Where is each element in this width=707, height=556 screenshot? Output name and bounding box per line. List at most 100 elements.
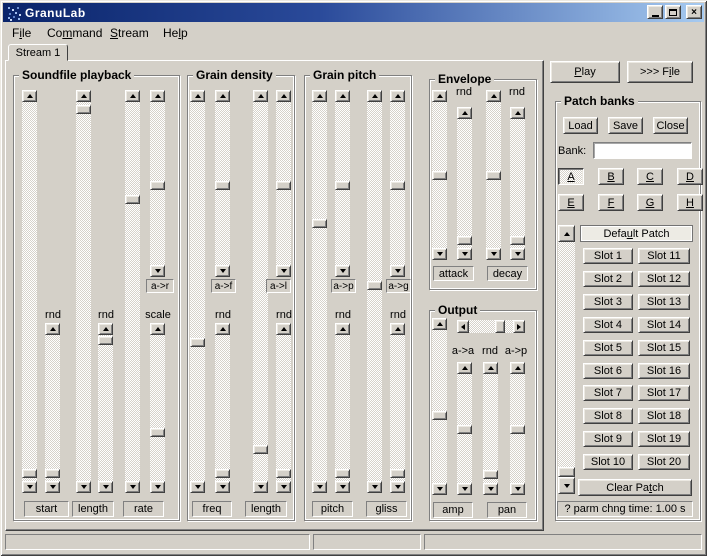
- scroll-thumb[interactable]: [457, 425, 472, 434]
- scroll-down-button[interactable]: [367, 481, 382, 493]
- scroll-down-button[interactable]: [558, 477, 575, 494]
- scroll-thumb[interactable]: [432, 171, 447, 180]
- scroll-up-button[interactable]: [335, 90, 350, 102]
- tab-stream-1[interactable]: Stream 1: [8, 44, 68, 61]
- scroll-down-button[interactable]: [150, 481, 165, 493]
- scroll-thumb[interactable]: [483, 470, 498, 479]
- scroll-up-button[interactable]: [253, 90, 268, 102]
- scroll-thumb[interactable]: [76, 105, 91, 114]
- scroll-down-button[interactable]: [276, 265, 291, 277]
- slot-2-button[interactable]: Slot 2: [583, 271, 633, 287]
- scroll-thumb[interactable]: [495, 320, 505, 333]
- slot-19-button[interactable]: Slot 19: [638, 431, 690, 447]
- scroll-thumb[interactable]: [215, 469, 230, 478]
- slot-11-button[interactable]: Slot 11: [638, 248, 690, 264]
- bank-g-button[interactable]: G: [637, 194, 663, 211]
- scroll-right-button[interactable]: [513, 320, 525, 333]
- scroll-thumb[interactable]: [335, 181, 350, 190]
- bank-h-button[interactable]: H: [677, 194, 703, 211]
- scroll-up-button[interactable]: [98, 323, 113, 335]
- scroll-thumb[interactable]: [558, 467, 575, 477]
- slot-9-button[interactable]: Slot 9: [583, 431, 633, 447]
- scroll-up-button[interactable]: [125, 90, 140, 102]
- a-to-g-slider[interactable]: [390, 90, 405, 277]
- slot-7-button[interactable]: Slot 7: [583, 385, 633, 401]
- to-file-button[interactable]: >>> File: [627, 61, 693, 83]
- clear-patch-button[interactable]: Clear Patch: [578, 479, 692, 496]
- scroll-thumb[interactable]: [510, 425, 525, 434]
- pan-rnd-slider[interactable]: [483, 362, 498, 495]
- scroll-down-button[interactable]: [510, 248, 525, 260]
- scroll-up-button[interactable]: [45, 323, 60, 335]
- scroll-up-button[interactable]: [457, 107, 472, 119]
- scroll-down-button[interactable]: [432, 483, 447, 495]
- scroll-down-button[interactable]: [253, 481, 268, 493]
- gliss-rnd-slider[interactable]: [390, 323, 405, 493]
- slot-1-button[interactable]: Slot 1: [583, 248, 633, 264]
- scroll-up-button[interactable]: [312, 90, 327, 102]
- scroll-up-button[interactable]: [190, 90, 205, 102]
- scroll-left-button[interactable]: [457, 320, 469, 333]
- scroll-up-button[interactable]: [483, 362, 498, 374]
- default-patch-button[interactable]: Default Patch: [580, 225, 693, 242]
- slot-5-button[interactable]: Slot 5: [583, 340, 633, 356]
- scroll-down-button[interactable]: [457, 483, 472, 495]
- scroll-thumb[interactable]: [390, 469, 405, 478]
- gliss-slider[interactable]: [367, 90, 382, 493]
- bank-e-button[interactable]: E: [558, 194, 584, 211]
- slot-4-button[interactable]: Slot 4: [583, 317, 633, 333]
- scroll-up-button[interactable]: [215, 323, 230, 335]
- scroll-up-button[interactable]: [22, 90, 37, 102]
- maximize-button[interactable]: [665, 5, 681, 19]
- bank-input[interactable]: [593, 142, 692, 159]
- scroll-thumb[interactable]: [45, 469, 60, 478]
- length-rnd-slider[interactable]: [98, 323, 113, 493]
- scroll-thumb[interactable]: [335, 469, 350, 478]
- a-to-p-slider[interactable]: [335, 90, 350, 277]
- scroll-down-button[interactable]: [45, 481, 60, 493]
- decay-slider[interactable]: [486, 90, 501, 260]
- scroll-up-button[interactable]: [432, 90, 447, 102]
- scroll-down-button[interactable]: [483, 483, 498, 495]
- slot-16-button[interactable]: Slot 16: [638, 363, 690, 379]
- scroll-down-button[interactable]: [22, 481, 37, 493]
- scroll-up-button[interactable]: [510, 107, 525, 119]
- density-length-rnd-slider[interactable]: [276, 323, 291, 493]
- scroll-down-button[interactable]: [215, 481, 230, 493]
- a-to-r-slider[interactable]: [150, 90, 165, 277]
- scroll-down-button[interactable]: [312, 481, 327, 493]
- pan-slider[interactable]: [457, 320, 525, 333]
- scroll-up-button[interactable]: [390, 323, 405, 335]
- scroll-down-button[interactable]: [76, 481, 91, 493]
- pitch-rnd-slider[interactable]: [335, 323, 350, 493]
- load-button[interactable]: Load: [563, 117, 598, 134]
- scroll-up-button[interactable]: [486, 90, 501, 102]
- scroll-up-button[interactable]: [276, 323, 291, 335]
- scroll-up-button[interactable]: [432, 318, 447, 330]
- menu-file[interactable]: File: [10, 25, 33, 41]
- scroll-down-button[interactable]: [150, 265, 165, 277]
- scroll-down-button[interactable]: [190, 481, 205, 493]
- play-button[interactable]: Play: [550, 61, 620, 83]
- freq-slider[interactable]: [190, 90, 205, 493]
- scroll-thumb[interactable]: [150, 428, 165, 437]
- scroll-up-button[interactable]: [390, 90, 405, 102]
- scroll-thumb[interactable]: [22, 469, 37, 478]
- bank-d-button[interactable]: D: [677, 168, 703, 185]
- scroll-down-button[interactable]: [457, 248, 472, 260]
- slot-6-button[interactable]: Slot 6: [583, 363, 633, 379]
- a-to-amp-slider[interactable]: [457, 362, 472, 495]
- slot-12-button[interactable]: Slot 12: [638, 271, 690, 287]
- slot-14-button[interactable]: Slot 14: [638, 317, 690, 333]
- scroll-thumb[interactable]: [276, 469, 291, 478]
- scroll-down-button[interactable]: [432, 248, 447, 260]
- scroll-thumb[interactable]: [510, 236, 525, 245]
- scroll-down-button[interactable]: [125, 481, 140, 493]
- scroll-up-button[interactable]: [276, 90, 291, 102]
- scroll-down-button[interactable]: [335, 481, 350, 493]
- pitch-slider[interactable]: [312, 90, 327, 493]
- scroll-up-button[interactable]: [367, 90, 382, 102]
- menu-help[interactable]: Help: [161, 25, 190, 41]
- decay-rnd-slider[interactable]: [510, 107, 525, 260]
- scroll-down-button[interactable]: [215, 265, 230, 277]
